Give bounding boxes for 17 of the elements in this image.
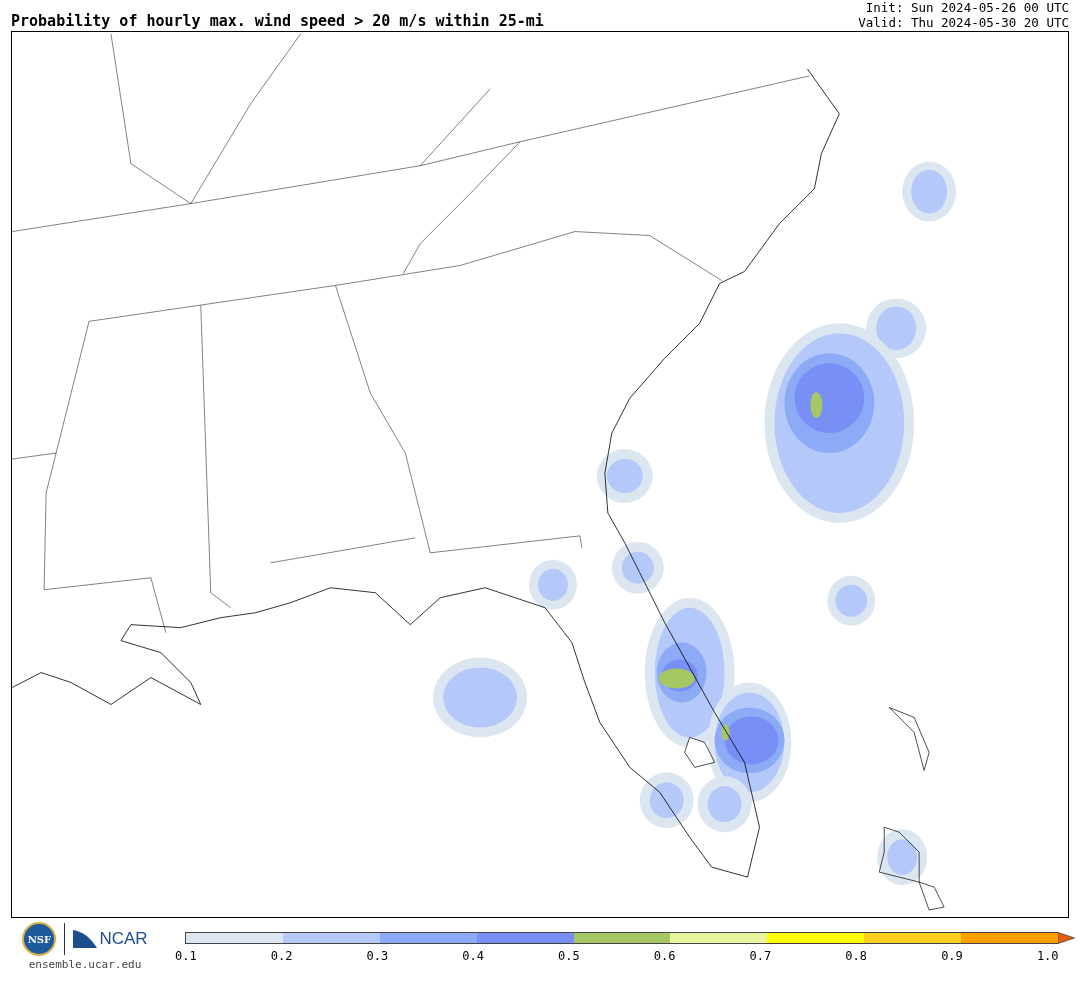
colorbar-tick-label: 1.0 <box>1036 949 1057 963</box>
colorbar-tick-label: 0.1 <box>175 949 195 963</box>
nsf-logo: NSF <box>22 922 57 956</box>
colorbar-tick-label: 0.8 <box>845 949 866 963</box>
site-url: ensemble.ucar.edu <box>28 958 142 971</box>
chart-title: Probability of hourly max. wind speed > 20 m/s within 25-mi <box>11 12 544 30</box>
colorbar-tick-label: 0.6 <box>653 949 674 963</box>
colorbar-tick-label: 0.3 <box>366 949 387 963</box>
valid-time: Valid: Thu 2024-05-30 20 UTC <box>858 15 1069 30</box>
colorbar-tick-label: 0.7 <box>749 949 770 963</box>
init-time: Init: Sun 2024-05-26 00 UTC <box>865 0 1069 15</box>
colorbar-tick-label: 0.4 <box>462 949 483 963</box>
colorbar-tick-label: 0.5 <box>558 949 579 963</box>
ncar-logo-icon <box>73 930 98 948</box>
colorbar-tick-label: 0.2 <box>270 949 291 963</box>
colorbar-tick-label: 0.9 <box>941 949 962 963</box>
ncar-logo-text: NCAR <box>99 929 148 949</box>
